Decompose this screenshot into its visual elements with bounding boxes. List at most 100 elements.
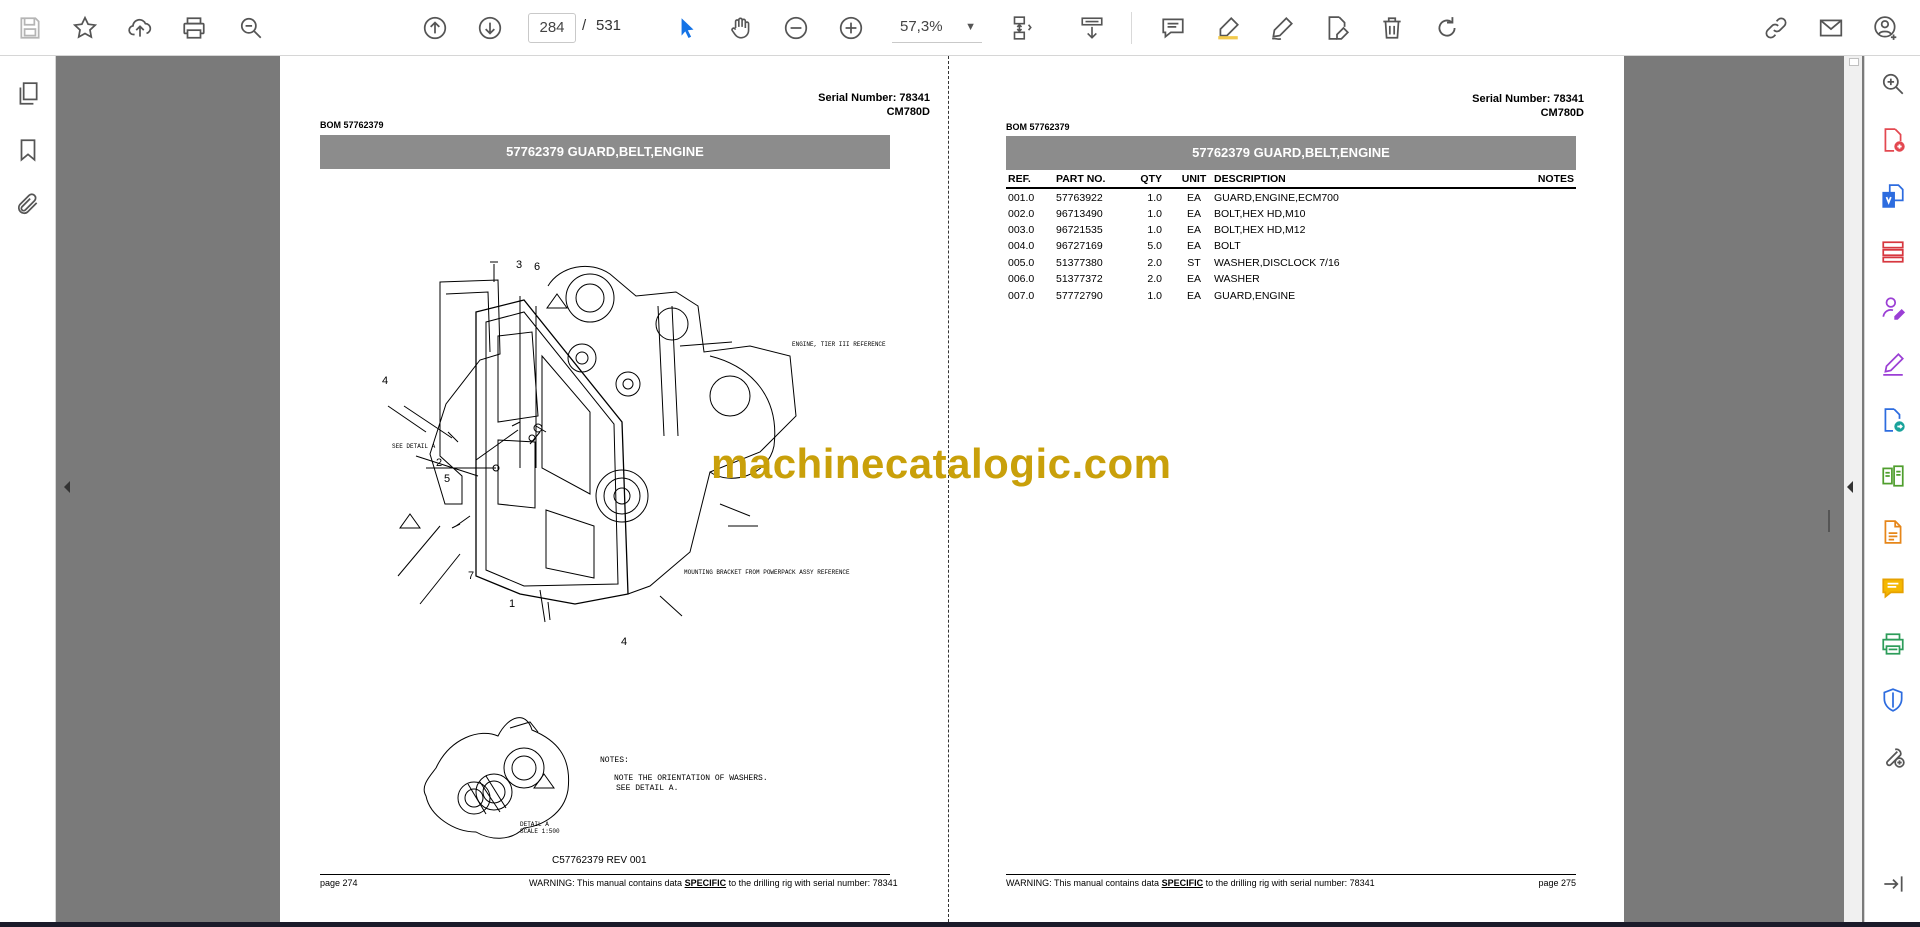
zoom-out-icon[interactable] — [778, 10, 814, 46]
email-icon[interactable] — [1813, 10, 1849, 46]
taskbar-strip — [0, 922, 1920, 927]
collapse-left-panel-icon[interactable] — [62, 480, 72, 494]
cell-part-no: 51377380 — [1056, 256, 1103, 269]
collapse-right-panel-icon[interactable] — [1845, 480, 1855, 494]
page-thumbnails-icon[interactable] — [10, 76, 46, 112]
parts-list-table: REF. PART NO. QTY UNIT DESCRIPTION NOTES… — [1006, 172, 1576, 303]
cell-part-no: 96727169 — [1056, 240, 1103, 253]
watermark-text: machinecatalogic.com — [711, 440, 1172, 487]
page-fit-icon[interactable] — [1003, 10, 1039, 46]
bookmark-star-icon[interactable] — [67, 10, 103, 46]
cell-ref: 002.0 — [1008, 207, 1035, 220]
organize-pages-icon[interactable] — [1875, 234, 1911, 270]
save-icon[interactable] — [12, 10, 48, 46]
page-up-icon[interactable] — [417, 10, 453, 46]
page-number-input[interactable]: 284 — [528, 13, 576, 43]
highlight-icon[interactable] — [1210, 10, 1246, 46]
fill-sign-icon[interactable] — [1319, 10, 1355, 46]
share-link-icon[interactable] — [1758, 10, 1794, 46]
page-number-label: page 275 — [1538, 878, 1576, 888]
attachments-icon[interactable] — [10, 186, 46, 222]
table-row: 002.0 96713490 1.0 EA BOLT,HEX HD,M10 — [1006, 204, 1576, 220]
fill-and-sign-icon[interactable] — [1875, 346, 1911, 382]
callout-4-left: 4 — [382, 375, 388, 387]
cell-qty: 5.0 — [1147, 240, 1162, 253]
draw-icon[interactable] — [1264, 10, 1300, 46]
notes-heading: NOTES: — [600, 756, 629, 765]
cell-description: GUARD,ENGINE — [1214, 289, 1296, 302]
pdf-page-274: Serial Number: 78341 CM780D BOM 57762379… — [280, 56, 952, 922]
comment-tool-icon[interactable] — [1875, 570, 1911, 606]
table-row: 005.0 51377380 2.0 ST WASHER,DISCLOCK 7/… — [1006, 254, 1576, 270]
cell-notes — [1492, 221, 1576, 237]
send-for-review-icon[interactable] — [1875, 402, 1911, 438]
page-total: 531 — [596, 17, 622, 34]
cell-unit: EA — [1186, 240, 1201, 253]
zoom-search-icon[interactable] — [233, 10, 269, 46]
cell-qty: 1.0 — [1147, 207, 1162, 220]
account-icon[interactable] — [1868, 10, 1904, 46]
compare-files-icon[interactable] — [1875, 458, 1911, 494]
create-pdf-icon[interactable] — [1875, 122, 1911, 158]
column-header-notes: NOTES — [1492, 172, 1576, 189]
scrollbar-grip[interactable] — [1828, 510, 1830, 532]
see-detail-note: SEE DETAIL A — [392, 443, 436, 450]
cell-part-no: 57772790 — [1056, 289, 1103, 302]
delete-icon[interactable] — [1374, 10, 1410, 46]
table-row: 006.0 51377372 2.0 EA WASHER — [1006, 270, 1576, 286]
detail-a-scale: SCALE 1:500 — [520, 828, 560, 835]
callout-5: 5 — [444, 473, 450, 485]
scroll-mode-icon[interactable] — [1074, 10, 1110, 46]
rotate-icon[interactable] — [1429, 10, 1465, 46]
cell-qty: 2.0 — [1147, 273, 1162, 286]
right-tools-rail — [1864, 56, 1920, 922]
protect-icon[interactable] — [1875, 682, 1911, 718]
cell-ref: 006.0 — [1008, 273, 1035, 286]
scrollbar-thumb[interactable] — [1849, 58, 1859, 66]
zoom-tool-icon[interactable] — [1875, 66, 1911, 102]
select-cursor-icon[interactable] — [669, 10, 705, 46]
bookmarks-icon[interactable] — [10, 132, 46, 168]
zoom-in-icon[interactable] — [833, 10, 869, 46]
comment-icon[interactable] — [1155, 10, 1191, 46]
table-row: 007.0 57772790 1.0 EA GUARD,ENGINE — [1006, 286, 1576, 302]
column-header-qty: QTY — [1134, 172, 1176, 189]
export-pdf-icon[interactable] — [1875, 178, 1911, 214]
column-header-ref: REF. — [1006, 172, 1054, 189]
expand-panel-icon[interactable] — [1875, 866, 1911, 902]
pdf-page-275: Serial Number: 78341 CM780D BOM 57762379… — [952, 56, 1624, 922]
column-header-part-no: PART NO. — [1054, 172, 1134, 189]
cell-description: BOLT,HEX HD,M10 — [1214, 207, 1306, 220]
table-row: 003.0 96721535 1.0 EA BOLT,HEX HD,M12 — [1006, 221, 1576, 237]
page-title: 57762379 GUARD,BELT,ENGINE — [1006, 136, 1576, 170]
print-icon[interactable] — [176, 10, 212, 46]
cell-notes — [1492, 286, 1576, 302]
more-tools-icon[interactable] — [1875, 738, 1911, 774]
cell-notes — [1492, 188, 1576, 204]
print-production-icon[interactable] — [1875, 626, 1911, 662]
exploded-parts-drawing: 3 6 4 2 5 7 1 4 ENGINE, TIER III REFEREN… — [382, 259, 886, 839]
callout-6: 6 — [534, 261, 540, 273]
footer-warning: WARNING: This manual contains data SPECI… — [1006, 878, 1375, 888]
cell-unit: EA — [1186, 273, 1201, 286]
footer-warning: WARNING: This manual contains data SPECI… — [529, 878, 898, 888]
cell-part-no: 51377372 — [1056, 273, 1103, 286]
table-row: 001.0 57763922 1.0 EA GUARD,ENGINE,ECM70… — [1006, 188, 1576, 204]
request-signature-icon[interactable] — [1875, 290, 1911, 326]
cell-part-no: 96713490 — [1056, 207, 1103, 220]
cloud-upload-icon[interactable] — [122, 10, 158, 46]
drawing-number: C57762379 REV 001 — [552, 855, 647, 866]
footer-rule — [1006, 874, 1576, 875]
cell-ref: 001.0 — [1008, 191, 1035, 204]
cell-ref: 005.0 — [1008, 256, 1035, 269]
cell-qty: 1.0 — [1147, 191, 1162, 204]
hand-tool-icon[interactable] — [723, 10, 759, 46]
page-down-icon[interactable] — [472, 10, 508, 46]
chevron-down-icon[interactable]: ▼ — [965, 13, 976, 41]
cell-part-no: 96721535 — [1056, 223, 1103, 236]
zoom-level-select[interactable]: 57,3% ▼ — [892, 13, 982, 43]
edit-pdf-icon[interactable] — [1875, 514, 1911, 550]
cell-ref: 007.0 — [1008, 289, 1035, 302]
page-separator: / — [582, 17, 587, 34]
cell-part-no: 57763922 — [1056, 191, 1103, 204]
